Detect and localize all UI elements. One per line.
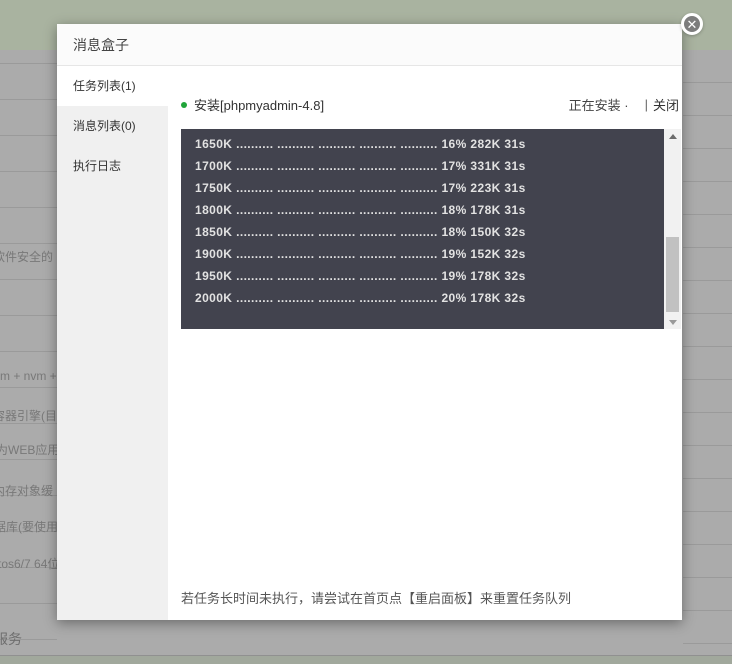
close-icon: ✕ <box>686 16 698 32</box>
page: { "colors": { "page_bg": "#ababab", "hea… <box>0 0 732 664</box>
bg-text-fragment: 软件安全的 <box>0 250 54 264</box>
sidebar-item-task-list[interactable]: 任务列表(1) <box>57 66 168 106</box>
bg-right-rows <box>683 17 732 657</box>
message-box-modal: 消息盒子 ✕ 任务列表(1) 消息列表(0) 执行日志 安装[phpmyadmin-… <box>57 13 703 620</box>
modal-header: 消息盒子 <box>57 24 682 66</box>
sidebar-item-exec-log[interactable]: 执行日志 <box>57 146 168 186</box>
terminal-scrollbar[interactable] <box>664 129 681 329</box>
modal-sidebar: 任务列表(1) 消息列表(0) 执行日志 <box>57 66 168 620</box>
sidebar-item-message-list[interactable]: 消息列表(0) <box>57 106 168 146</box>
terminal-line: 1850K .......... .......... .......... .… <box>195 225 526 239</box>
terminal-line: 1750K .......... .......... .......... .… <box>195 181 526 195</box>
bg-text-fragment: m + nvm + <box>0 369 57 383</box>
terminal-line: 1950K .......... .......... .......... .… <box>195 269 526 283</box>
task-header-row: 安装[phpmyadmin-4.8] 正在安装 · | 关闭 <box>181 95 679 114</box>
modal-close-button[interactable]: ✕ <box>681 13 703 35</box>
task-name: 安装[phpmyadmin-4.8] <box>194 98 325 113</box>
modal-title: 消息盒子 <box>73 36 129 53</box>
bg-text-fragment: 为WEB应用 <box>0 443 57 457</box>
bg-text-fragment: tos6/7 64位 <box>0 557 57 571</box>
status-close-divider: | <box>644 97 648 112</box>
bg-text-fragment: 内存对象缓 <box>0 484 54 498</box>
task-log-terminal-text: 1650K .......... .......... .......... .… <box>181 129 681 309</box>
terminal-line: 1700K .......... .......... .......... .… <box>195 159 526 173</box>
bg-text-fragment: 容器引擎(目 <box>0 409 57 423</box>
task-close-link[interactable]: 关闭 <box>653 95 679 114</box>
task-running-dot-icon <box>181 101 187 108</box>
task-queue-hint: 若任务长时间未执行，请尝试在首页点【重启面板】来重置任务队列 <box>181 591 572 606</box>
terminal-line: 1650K .......... .......... .......... .… <box>195 137 526 151</box>
bg-left-column: 软件安全的 m + nvm + 容器引擎(目为WEB应用内存对象缓据库(要使用 tos… <box>0 0 57 664</box>
scroll-down-arrow-icon[interactable] <box>664 315 681 329</box>
terminal-line: 2000K .......... .......... .......... .… <box>195 291 526 305</box>
scroll-up-arrow-icon[interactable] <box>664 129 681 143</box>
terminal-line: 1800K .......... .......... .......... .… <box>195 203 526 217</box>
scroll-thumb[interactable] <box>666 237 679 312</box>
bg-text-fragment: 据库(要使用 <box>0 520 57 534</box>
bg-text-fragment: 服务 <box>0 631 22 647</box>
modal-content: 安装[phpmyadmin-4.8] 正在安装 · | 关闭 1650K ...… <box>168 66 682 620</box>
bg-bottom-band <box>0 655 732 664</box>
task-log-terminal[interactable]: 1650K .......... .......... .......... .… <box>181 129 681 329</box>
task-status-text: 正在安装 · <box>568 98 629 113</box>
terminal-line: 1900K .......... .......... .......... .… <box>195 247 526 261</box>
